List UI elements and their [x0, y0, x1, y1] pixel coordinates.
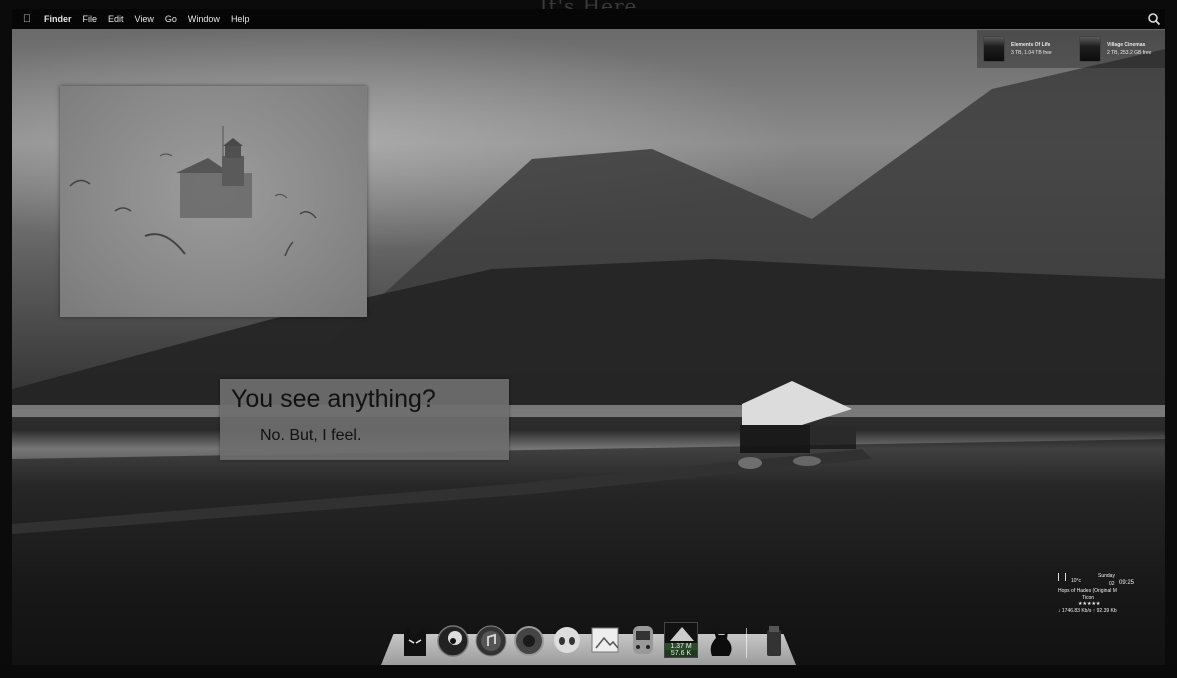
dock-separator: [746, 628, 747, 658]
tire-app-icon[interactable]: [512, 622, 546, 658]
day-label: Sunday: [1098, 573, 1115, 579]
drive-info: 3 TB, 1.04 TB free: [1011, 50, 1052, 56]
stat-bottom: 57.6 K: [665, 650, 697, 657]
quote-widget: You see anything? No. But, I feel.: [220, 379, 509, 460]
batman-app-icon[interactable]: [398, 622, 432, 658]
trash-icon[interactable]: [757, 622, 791, 658]
itunes-icon[interactable]: [474, 622, 508, 658]
drive-name: Village Cinemas: [1107, 42, 1146, 48]
lighthouse-illustration: [69, 126, 317, 257]
menu-view[interactable]: View: [135, 14, 154, 24]
search-icon[interactable]: [1147, 12, 1161, 26]
hard-drive-icon: [1079, 36, 1101, 62]
screen: It's Here  Finder File Edit View Go Win…: [0, 0, 1177, 678]
menu-bar:  Finder File Edit View Go Window Help: [12, 9, 1165, 29]
drive-item[interactable]: Elements Of Life 3 TB, 1.04 TB free: [983, 36, 1069, 62]
skull-app-icon[interactable]: [550, 622, 584, 658]
drives-widget: Elements Of Life 3 TB, 1.04 TB free Vill…: [977, 30, 1165, 68]
stat-top: 1.37 M: [665, 643, 697, 650]
song-title: Hops of Hades (Original M: [1058, 588, 1117, 594]
desktop-wallpaper: Elements Of Life 3 TB, 1.04 TB free Vill…: [12, 29, 1165, 665]
now-playing-widget: 10°c Sunday 02 09:25 Hops of Hades (Orig…: [1058, 571, 1140, 619]
quote-title: You see anything?: [231, 385, 436, 413]
drive-info: 2 TB, 253.2 GB free: [1107, 50, 1152, 56]
hard-drive-icon: [983, 36, 1005, 62]
screen-bottom-bezel: [0, 665, 1177, 678]
network-speed: ↓ 1746.83 Kb/s ↑ 92.39 Kb: [1058, 608, 1117, 614]
safari-icon[interactable]: [436, 622, 470, 658]
quote-reply: No. But, I feel.: [260, 427, 362, 444]
dock: 1.37 M 57.6 K: [398, 618, 791, 658]
equalizer-icon: [1058, 573, 1066, 581]
menu-edit[interactable]: Edit: [108, 14, 124, 24]
menu-finder[interactable]: Finder: [44, 14, 72, 24]
song-rating: ★★★★★: [1078, 601, 1101, 607]
train-app-icon[interactable]: [626, 622, 660, 658]
menu-window[interactable]: Window: [188, 14, 220, 24]
activity-monitor-icon[interactable]: 1.37 M 57.6 K: [664, 622, 698, 658]
menu-file[interactable]: File: [83, 14, 98, 24]
apple-icon[interactable]: : [12, 13, 42, 25]
lighthouse-photo[interactable]: [60, 86, 367, 317]
menu-help[interactable]: Help: [231, 14, 250, 24]
menu-go[interactable]: Go: [165, 14, 177, 24]
temperature: 10°c: [1071, 578, 1082, 584]
network-stats: 1.37 M 57.6 K: [664, 622, 698, 658]
date-label: 02: [1109, 581, 1115, 587]
drive-item[interactable]: Village Cinemas 2 TB, 253.2 GB free: [1079, 36, 1165, 62]
drive-name: Elements Of Life: [1011, 42, 1051, 48]
preview-icon[interactable]: [588, 622, 622, 658]
cat-app-icon[interactable]: [702, 622, 736, 658]
time-label: 09:25: [1119, 580, 1135, 586]
